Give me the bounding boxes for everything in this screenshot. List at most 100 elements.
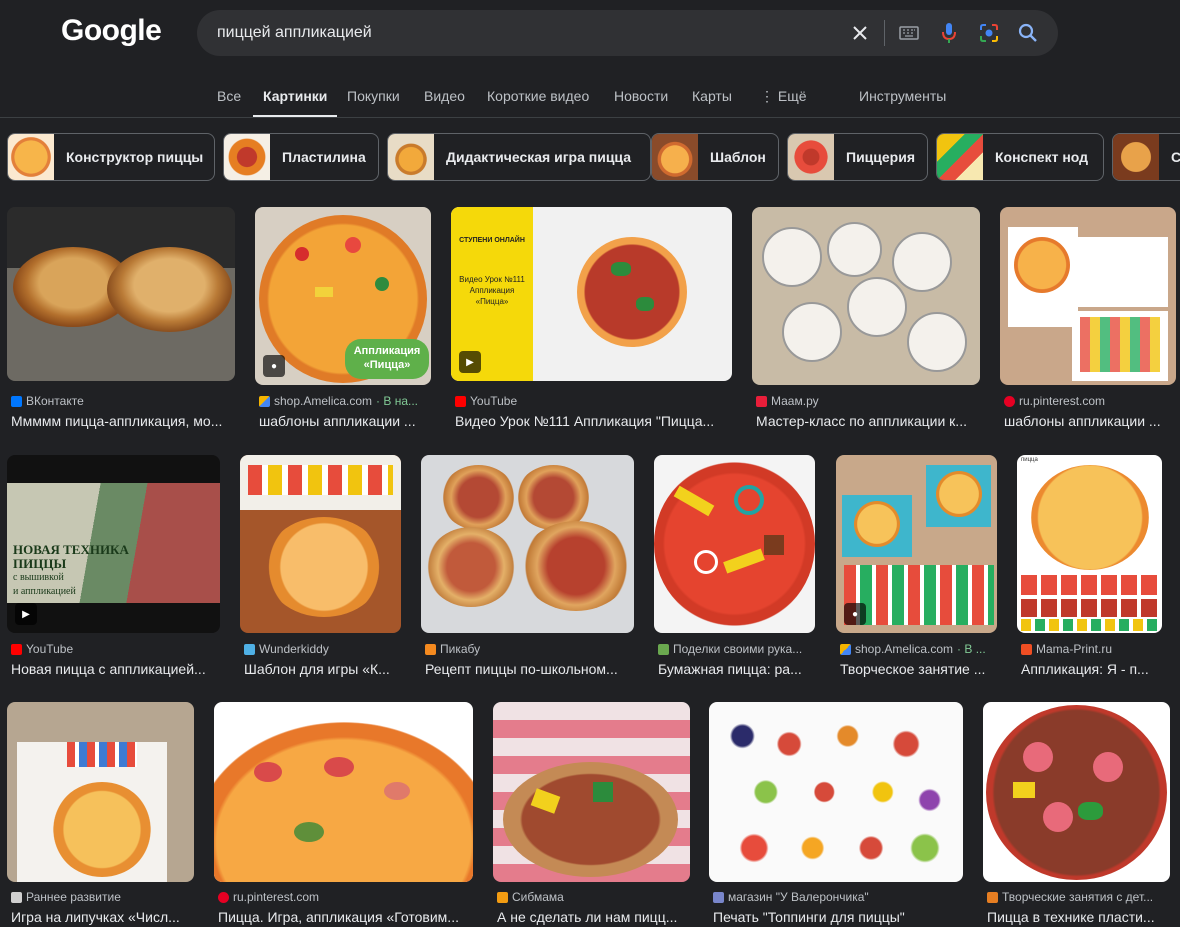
result-image[interactable] — [493, 702, 690, 882]
result-title[interactable]: шаблоны аппликации ... — [1004, 413, 1176, 429]
google-logo[interactable]: Google — [61, 14, 162, 48]
result-source[interactable]: Поделки своими рука... — [658, 642, 815, 656]
tab-shopping[interactable]: Покупки — [347, 86, 400, 118]
result-title[interactable]: А не сделать ли нам пицц... — [497, 909, 690, 925]
result-image[interactable]: ● — [836, 455, 997, 633]
image-result[interactable]: СТУПЕНИ ОНЛАЙН Видео Урок №111 Аппликаци… — [451, 207, 732, 437]
chip-template[interactable]: Шаблон — [651, 133, 779, 181]
microphone-icon[interactable] — [937, 21, 961, 45]
result-source[interactable]: Раннее развитие — [11, 890, 194, 904]
result-source[interactable]: shop.Amelica.com · В ... — [840, 642, 997, 656]
site-icon — [1021, 643, 1032, 655]
overlay-line4: и аппликацией — [13, 586, 76, 597]
result-title[interactable]: Творческое занятие ... — [840, 661, 997, 677]
result-image[interactable] — [983, 702, 1170, 882]
result-image[interactable]: НОВАЯ ТЕХНИКА ПИЦЦЫ с вышивкой и апплика… — [7, 455, 220, 633]
youtube-icon — [455, 395, 466, 407]
search-box[interactable] — [197, 10, 1058, 56]
tab-images[interactable]: Картинки — [253, 86, 338, 118]
chip-pizza-constructor[interactable]: Конструктор пиццы — [7, 133, 215, 181]
chip-label: Конструктор пиццы — [66, 149, 204, 165]
result-title[interactable]: Рецепт пиццы по-школьном... — [425, 661, 634, 677]
image-result[interactable]: Поделки своими рука... Бумажная пицца: р… — [654, 455, 815, 685]
result-title[interactable]: шаблоны аппликации ... — [259, 413, 431, 429]
image-result[interactable]: Аппликация «Пицца» ● shop.Amelica.com · … — [255, 207, 431, 437]
tab-short-videos[interactable]: Короткие видео — [487, 86, 589, 118]
tab-more[interactable]: ⋮ Ещё — [760, 86, 807, 118]
result-image[interactable] — [7, 702, 194, 882]
image-result[interactable]: Раннее развитие Игра на липучках «Числ..… — [7, 702, 194, 927]
result-image[interactable]: СТУПЕНИ ОНЛАЙН Видео Урок №111 Аппликаци… — [451, 207, 732, 381]
result-title[interactable]: Новая пицца с аппликацией... — [11, 661, 220, 677]
tools-button[interactable]: Инструменты — [859, 86, 946, 118]
image-result[interactable]: Пикабу Рецепт пиццы по-школьном... — [421, 455, 634, 685]
result-image[interactable] — [1000, 207, 1176, 385]
result-title[interactable]: Мастер-класс по аппликации к... — [756, 413, 980, 429]
chip-lesson-plan[interactable]: Конспект нод — [936, 133, 1104, 181]
image-result[interactable]: ru.pinterest.com шаблоны аппликации ... — [1000, 207, 1176, 437]
site-icon — [244, 643, 255, 655]
search-tabs: Все Картинки Покупки Видео Короткие виде… — [0, 86, 1180, 118]
image-result[interactable]: магазин "У Валерончика" Печать "Топпинги… — [709, 702, 963, 927]
result-source[interactable]: YouTube — [455, 394, 732, 408]
clear-icon[interactable] — [848, 21, 872, 45]
lens-icon[interactable] — [977, 21, 1001, 45]
result-image[interactable]: Аппликация «Пицца» ● — [255, 207, 431, 385]
site-icon — [11, 891, 22, 903]
result-image[interactable] — [752, 207, 980, 385]
result-title[interactable]: Пицца в технике пласти... — [987, 909, 1170, 925]
image-result[interactable]: Сибмама А не сделать ли нам пицц... — [493, 702, 690, 927]
chip-plasticine[interactable]: Пластилина — [223, 133, 379, 181]
image-result[interactable]: пицца Mama-Print.ru Аппликация: Я - п... — [1017, 455, 1162, 685]
vk-icon — [11, 395, 22, 407]
result-title[interactable]: Шаблон для игры «К... — [244, 661, 401, 677]
result-image[interactable] — [214, 702, 473, 882]
result-title[interactable]: Печать "Топпинги для пиццы" — [713, 909, 963, 925]
result-source[interactable]: YouTube — [11, 642, 220, 656]
result-source[interactable]: Пикабу — [425, 642, 634, 656]
chip-thumbnail — [652, 134, 698, 180]
result-source[interactable]: Mama-Print.ru — [1021, 642, 1162, 656]
result-title[interactable]: Ммммм пицца-аппликация, мо... — [11, 413, 235, 429]
tab-all[interactable]: Все — [217, 86, 241, 118]
maam-icon — [756, 395, 767, 407]
image-result[interactable]: Творческие занятия с дет... Пицца в техн… — [983, 702, 1170, 927]
result-source[interactable]: ru.pinterest.com — [218, 890, 473, 904]
image-result[interactable]: Маам.ру Мастер-класс по аппликации к... — [752, 207, 980, 437]
result-title[interactable]: Бумажная пицца: ра... — [658, 661, 815, 677]
result-title[interactable]: Пицца. Игра, аппликация «Готовим... — [218, 909, 473, 925]
image-result[interactable]: ru.pinterest.com Пицца. Игра, аппликация… — [214, 702, 473, 927]
result-source[interactable]: shop.Amelica.com · В на... — [259, 394, 431, 408]
result-image[interactable] — [421, 455, 634, 633]
result-image[interactable] — [709, 702, 963, 882]
chip-didactic-game[interactable]: Дидактическая игра пицца — [387, 133, 651, 181]
tab-news[interactable]: Новости — [614, 86, 668, 118]
image-result[interactable]: Wunderkiddy Шаблон для игры «К... — [240, 455, 401, 685]
result-title[interactable]: Игра на липучках «Числ... — [11, 909, 194, 925]
result-image[interactable] — [654, 455, 815, 633]
chip-more[interactable]: С — [1112, 133, 1180, 181]
result-title[interactable]: Аппликация: Я - п... — [1021, 661, 1162, 677]
result-source[interactable]: магазин "У Валерончика" — [713, 890, 963, 904]
image-result[interactable]: НОВАЯ ТЕХНИКА ПИЦЦЫ с вышивкой и апплика… — [7, 455, 220, 685]
search-input[interactable] — [217, 10, 837, 56]
result-image[interactable]: пицца — [1017, 455, 1162, 633]
result-title[interactable]: Видео Урок №111 Аппликация "Пицца... — [455, 413, 732, 429]
tab-maps[interactable]: Карты — [692, 86, 732, 118]
result-image[interactable] — [240, 455, 401, 633]
result-source[interactable]: Сибмама — [497, 890, 690, 904]
search-icon[interactable] — [1016, 21, 1040, 45]
chip-pizzeria[interactable]: Пиццерия — [787, 133, 928, 181]
image-result[interactable]: ● shop.Amelica.com · В ... Творческое за… — [836, 455, 997, 685]
result-image[interactable] — [7, 207, 235, 381]
pinterest-icon — [218, 891, 229, 903]
result-source[interactable]: Wunderkiddy — [244, 642, 401, 656]
chip-thumbnail — [224, 134, 270, 180]
result-source[interactable]: ru.pinterest.com — [1004, 394, 1176, 408]
result-source[interactable]: ВКонтакте — [11, 394, 235, 408]
result-source[interactable]: Творческие занятия с дет... — [987, 890, 1170, 904]
keyboard-icon[interactable] — [897, 21, 921, 45]
result-source[interactable]: Маам.ру — [756, 394, 980, 408]
image-result[interactable]: ВКонтакте Ммммм пицца-аппликация, мо... — [7, 207, 235, 437]
tab-video[interactable]: Видео — [424, 86, 465, 118]
